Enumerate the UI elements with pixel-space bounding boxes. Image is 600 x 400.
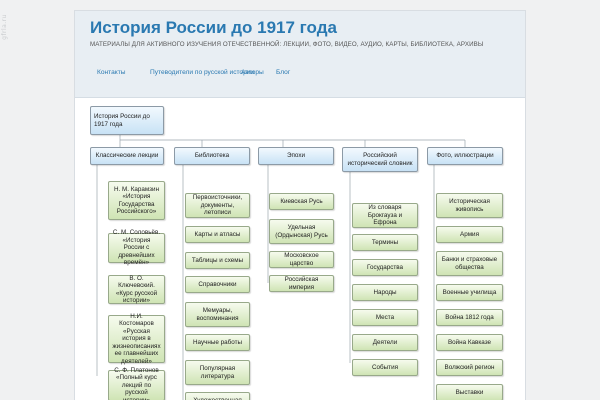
item-klyuchevsky[interactable]: В. О. Ключевский. «Курс русской истории» (108, 275, 165, 304)
item-exhibitions[interactable]: Выставки (436, 384, 503, 400)
item-russian-empire[interactable]: Российская империя (269, 275, 334, 292)
item-places[interactable]: Места (352, 309, 418, 326)
item-memoirs[interactable]: Мемуары, воспоминания (185, 302, 250, 327)
item-peoples[interactable]: Народы (352, 284, 418, 301)
category-classic-lectures[interactable]: Классические лекции (90, 147, 164, 165)
tree-root-node[interactable]: История России до 1917 года (90, 106, 164, 135)
site-header: История России до 1917 года МАТЕРИАЛЫ ДЛ… (75, 11, 525, 98)
item-kostomarov[interactable]: Н.И. Костомаров «Русская история в жизне… (108, 313, 165, 365)
item-brockhaus-efron[interactable]: Из словаря Брокгауза и Ефрона (352, 203, 418, 228)
item-fiction[interactable]: Художественная литература (185, 392, 250, 400)
site-description: МАТЕРИАЛЫ ДЛЯ АКТИВНОГО ИЗУЧЕНИЯ ОТЕЧЕСТ… (90, 41, 484, 48)
nav-guides[interactable]: Путеводители по русской истории (150, 69, 254, 76)
item-popular-literature[interactable]: Популярная литература (185, 360, 250, 385)
nav-contacts[interactable]: Контакты (97, 69, 125, 76)
category-library[interactable]: Библиотека (174, 147, 250, 165)
category-photos[interactable]: Фото, иллюстрации (427, 147, 503, 165)
item-scientific-works[interactable]: Научные работы (185, 334, 250, 351)
item-appanage-rus[interactable]: Удельная (Ордынская) Русь (269, 219, 334, 244)
side-watermark: gfrla.ru (1, 14, 8, 40)
site-title[interactable]: История России до 1917 года (90, 18, 337, 38)
item-platonov[interactable]: С. Ф. Платонов «Полный курс лекций по ру… (108, 367, 165, 400)
item-events[interactable]: События (352, 359, 418, 376)
nav-authors[interactable]: Авторы (241, 69, 264, 76)
item-terms[interactable]: Термины (352, 234, 418, 251)
page-container: История России до 1917 года МАТЕРИАЛЫ ДЛ… (74, 10, 526, 400)
item-war-1812[interactable]: Война 1812 года (436, 309, 503, 326)
item-moscow-tsardom[interactable]: Московское царство (269, 251, 334, 268)
item-maps-atlases[interactable]: Карты и атласы (185, 226, 250, 243)
item-reference-books[interactable]: Справочники (185, 276, 250, 293)
item-volga-region[interactable]: Волжский регион (436, 359, 503, 376)
item-primary-sources[interactable]: Первоисточники, документы, летописи (185, 193, 250, 218)
item-karamzin[interactable]: Н. М. Карамзин «История Государства Росс… (108, 181, 165, 220)
item-banks-insurance[interactable]: Банки и страховые общества (436, 251, 503, 276)
item-tables-schemes[interactable]: Таблицы и схемы (185, 252, 250, 269)
item-caucasus-war[interactable]: Война Кавказе (436, 334, 503, 351)
item-figures[interactable]: Деятели (352, 334, 418, 351)
sitemap-tree: История России до 1917 года Классические… (75, 98, 525, 400)
item-army[interactable]: Армия (436, 226, 503, 243)
category-historical-dictionary[interactable]: Российский исторический словник (342, 147, 418, 172)
item-kievan-rus[interactable]: Киевская Русь (269, 193, 334, 210)
category-epochs[interactable]: Эпохи (258, 147, 334, 165)
item-military-schools[interactable]: Военные училища (436, 284, 503, 301)
item-solovyov[interactable]: С. М. Соловьёв. «История России с древне… (108, 229, 165, 266)
item-states[interactable]: Государства (352, 259, 418, 276)
nav-blog[interactable]: Блог (276, 69, 290, 76)
item-historical-painting[interactable]: Историческая живопись (436, 193, 503, 218)
